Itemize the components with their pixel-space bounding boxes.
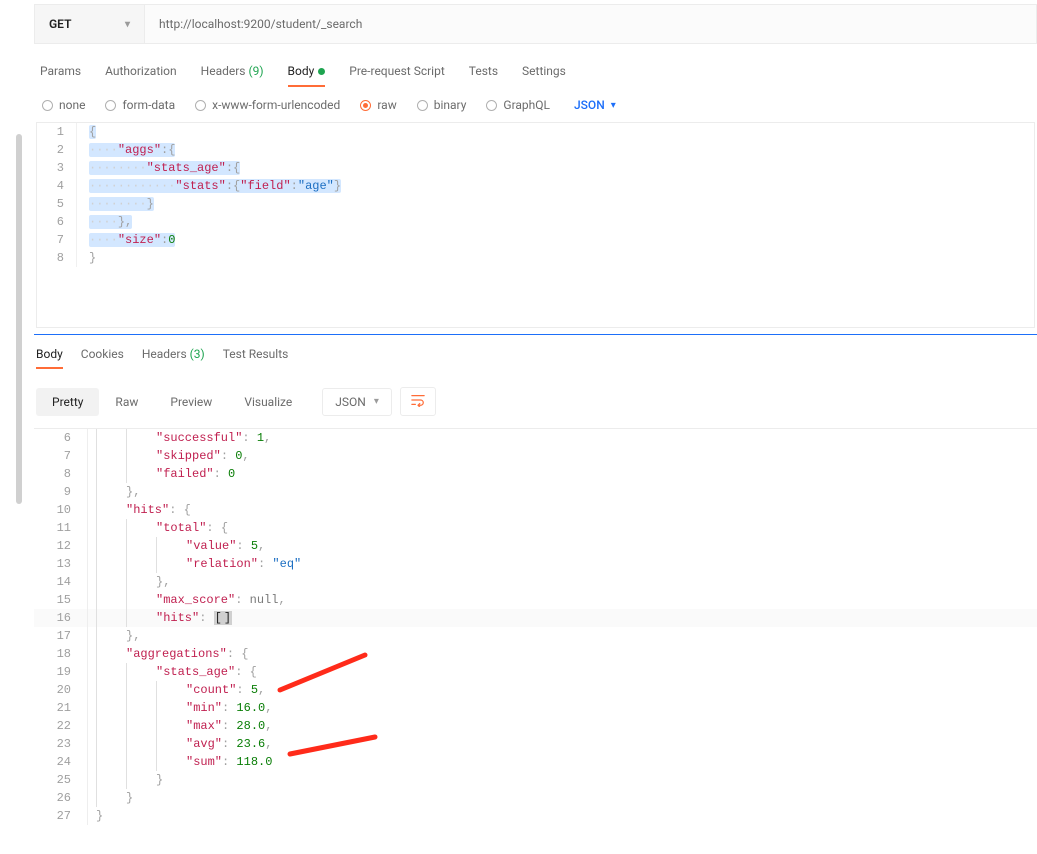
chevron-down-icon: ▾ [125, 19, 130, 30]
tab-body[interactable]: Body [288, 60, 326, 86]
body-modified-indicator [318, 68, 325, 75]
code-line: 17}, [34, 627, 1037, 645]
page-scroll-thumb[interactable] [16, 134, 22, 504]
tab-authorization[interactable]: Authorization [105, 60, 177, 86]
url-input[interactable]: http://localhost:9200/student/_search [145, 5, 1036, 43]
code-line: 23"avg": 23.6, [34, 735, 1037, 753]
response-body-viewer[interactable]: 6"successful": 1,7"skipped": 0,8"failed"… [34, 428, 1037, 825]
chevron-down-icon: ▾ [374, 396, 379, 407]
code-line: 18"aggregations": { [34, 645, 1037, 663]
code-line: 22"max": 28.0, [34, 717, 1037, 735]
request-url-bar: GET ▾ http://localhost:9200/student/_sea… [34, 4, 1037, 44]
code-line: 11"total": { [34, 519, 1037, 537]
code-line: 3········"stats_age":{ [37, 159, 1034, 177]
view-visualize[interactable]: Visualize [228, 388, 308, 416]
code-line: 14}, [34, 573, 1037, 591]
resp-tab-cookies[interactable]: Cookies [81, 347, 124, 369]
code-line: 19"stats_age": { [34, 663, 1037, 681]
resp-tab-headers[interactable]: Headers (3) [142, 347, 205, 369]
code-line: 13"relation": "eq" [34, 555, 1037, 573]
code-line: 2····"aggs":{ [37, 141, 1034, 159]
code-line: 26} [34, 789, 1037, 807]
tab-headers[interactable]: Headers (9) [201, 60, 264, 86]
response-toolbar: Pretty Raw Preview Visualize JSON ▾ [34, 379, 1037, 426]
body-type-raw[interactable]: raw [360, 98, 396, 112]
wrap-icon [411, 393, 425, 407]
body-type-xwww[interactable]: x-www-form-urlencoded [195, 98, 340, 112]
code-line: 8"failed": 0 [34, 465, 1037, 483]
view-mode-segment: Pretty Raw Preview Visualize [36, 388, 308, 416]
code-line: 9}, [34, 483, 1037, 501]
tab-params[interactable]: Params [40, 60, 81, 86]
code-line: 15"max_score": null, [34, 591, 1037, 609]
view-pretty[interactable]: Pretty [36, 388, 99, 416]
code-line: 7····"size":0 [37, 231, 1034, 249]
tab-settings[interactable]: Settings [522, 60, 566, 86]
body-subtype-select[interactable]: JSON ▾ [574, 98, 616, 112]
code-line: 1{ [37, 123, 1034, 141]
wrap-lines-button[interactable] [400, 387, 436, 416]
resp-headers-count: (3) [190, 347, 205, 361]
view-raw[interactable]: Raw [99, 388, 154, 416]
tab-prerequest[interactable]: Pre-request Script [349, 60, 444, 86]
code-line: 8} [37, 249, 1034, 267]
body-type-none[interactable]: none [42, 98, 85, 112]
headers-count: (9) [248, 64, 263, 78]
request-tabs: Params Authorization Headers (9) Body Pr… [34, 60, 1037, 86]
response-tabs: Body Cookies Headers (3) Test Results [34, 335, 1037, 379]
body-type-binary[interactable]: binary [417, 98, 467, 112]
code-line: 21"min": 16.0, [34, 699, 1037, 717]
code-line: 16"hits": [] [34, 609, 1037, 627]
code-line: 25} [34, 771, 1037, 789]
chevron-down-icon: ▾ [611, 100, 616, 111]
http-method-label: GET [49, 17, 71, 31]
code-line: 27} [34, 807, 1037, 825]
resp-tab-body[interactable]: Body [36, 347, 63, 369]
response-format-select[interactable]: JSON ▾ [322, 388, 392, 416]
code-line: 7"skipped": 0, [34, 447, 1037, 465]
tab-tests[interactable]: Tests [469, 60, 498, 86]
code-line: 6····}, [37, 213, 1034, 231]
code-line: 20"count": 5, [34, 681, 1037, 699]
code-line: 10"hits": { [34, 501, 1037, 519]
http-method-select[interactable]: GET ▾ [35, 5, 145, 43]
code-line: 24"sum": 118.0 [34, 753, 1037, 771]
body-type-formdata[interactable]: form-data [105, 98, 175, 112]
body-type-row: none form-data x-www-form-urlencoded raw… [34, 86, 1037, 122]
code-line: 6"successful": 1, [34, 429, 1037, 447]
request-body-editor[interactable]: 1{2····"aggs":{3········"stats_age":{4··… [36, 122, 1035, 328]
view-preview[interactable]: Preview [154, 388, 228, 416]
resp-tab-testresults[interactable]: Test Results [223, 347, 289, 369]
code-line: 4············"stats":{"field":"age"} [37, 177, 1034, 195]
body-type-graphql[interactable]: GraphQL [486, 98, 550, 112]
code-line: 5········} [37, 195, 1034, 213]
url-value: http://localhost:9200/student/_search [159, 17, 362, 31]
code-line: 12"value": 5, [34, 537, 1037, 555]
